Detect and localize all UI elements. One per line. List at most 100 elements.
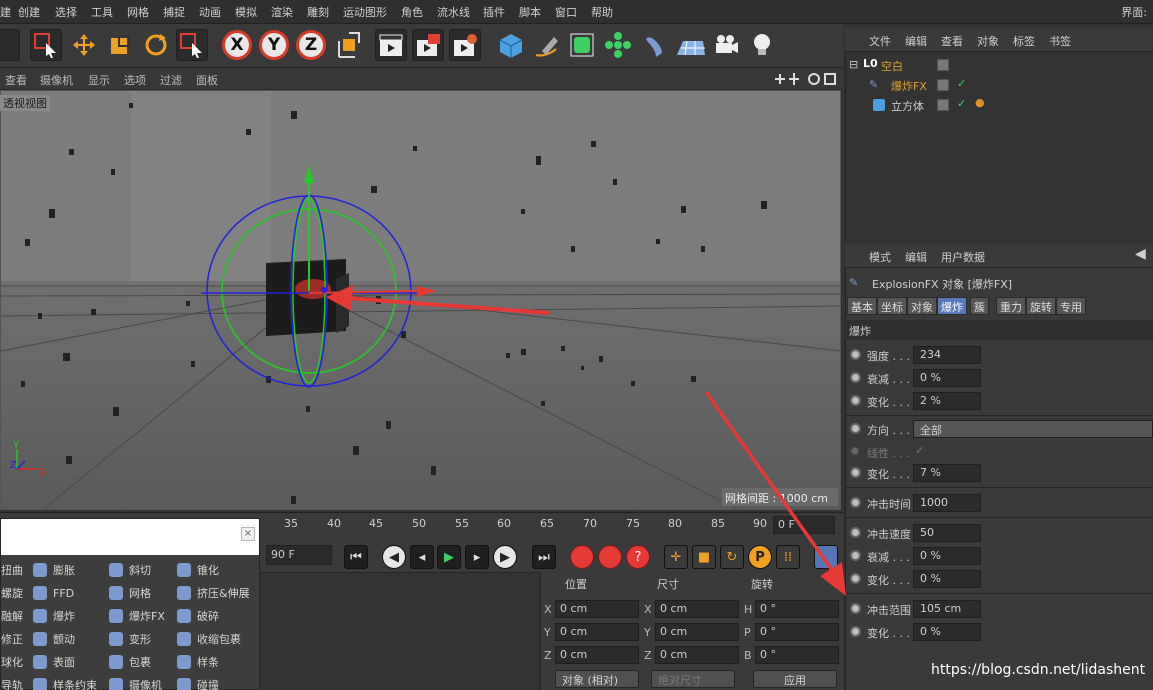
render-picture-viewer-button[interactable] [412, 29, 444, 61]
viewport[interactable]: Y X Z [0, 90, 841, 510]
camera-button[interactable] [710, 29, 742, 61]
animate-dot-icon[interactable] [850, 423, 861, 434]
close-icon[interactable]: × [241, 527, 255, 541]
strength-field[interactable]: 234 [913, 346, 981, 364]
object-name[interactable]: 立方体 [891, 98, 924, 114]
om-menu-edit[interactable]: 编辑 [905, 33, 927, 49]
viewport-nav-icons[interactable] [772, 71, 840, 87]
blast-speed-field[interactable]: 50 [913, 524, 981, 542]
deformer-squash-stretch[interactable]: 挤压&伸展 [177, 582, 259, 604]
object-row-null[interactable]: ⊟ L0 空白 [845, 55, 1153, 75]
linear-checkbox[interactable]: ✓ [915, 444, 924, 457]
position-z-field[interactable]: 0 cm [555, 646, 639, 664]
deformer-surface[interactable]: 表面 [33, 651, 103, 673]
previous-key-icon[interactable]: ◀ [382, 545, 406, 569]
deformer-spline[interactable]: 样条 [177, 651, 259, 673]
recent-tool-button[interactable] [176, 29, 208, 61]
autokey-icon[interactable] [598, 545, 622, 569]
variation-field[interactable]: 0 % [913, 570, 981, 588]
tab-object[interactable]: 对象 [907, 297, 937, 315]
viewport-menu-filter[interactable]: 过滤 [160, 72, 182, 88]
coordinate-system-button[interactable] [333, 29, 365, 61]
direction-dropdown[interactable]: 全部 [913, 420, 1153, 438]
coordinate-mode-dropdown[interactable]: 对象 (相对) [555, 670, 639, 688]
tab-gravity[interactable]: 重力 [996, 297, 1026, 315]
menu-character[interactable]: 角色 [401, 4, 423, 20]
x-axis-lock-button[interactable]: X [222, 30, 252, 60]
undo-button[interactable] [0, 29, 20, 61]
object-row-cube[interactable]: 立方体 ✓ ● [845, 95, 1153, 115]
decay-field[interactable]: 0 % [913, 369, 981, 387]
deformer-jiggle[interactable]: 颤动 [33, 628, 103, 650]
keyframe-selection-icon[interactable]: ? [626, 545, 650, 569]
tab-basic[interactable]: 基本 [847, 297, 877, 315]
om-menu-tags[interactable]: 标签 [1013, 33, 1035, 49]
blast-range-field[interactable]: 105 cm [913, 600, 981, 618]
apply-button[interactable]: 应用 [753, 670, 837, 688]
animate-dot-icon[interactable] [850, 573, 861, 584]
key-param-icon[interactable]: P [748, 545, 772, 569]
deformer-shear[interactable]: 斜切 [109, 559, 179, 581]
menu-pipeline[interactable]: 流水线 [437, 4, 470, 20]
menu-animate[interactable]: 动画 [199, 4, 221, 20]
deformer-morph[interactable]: 变形 [109, 628, 179, 650]
visibility-toggle[interactable] [937, 99, 949, 111]
menu-create[interactable]: 创建 [18, 4, 40, 20]
go-to-end-icon[interactable]: ⏭ [532, 545, 556, 569]
viewport-menu-cameras[interactable]: 摄像机 [40, 72, 73, 88]
menu-help[interactable]: 帮助 [591, 4, 613, 20]
rotate-button[interactable] [140, 29, 172, 61]
rotation-b-field[interactable]: 0 ° [755, 646, 839, 664]
visibility-toggle[interactable] [937, 59, 949, 71]
floor-button[interactable] [674, 29, 706, 61]
menu-snap[interactable]: 捕捉 [163, 4, 185, 20]
key-pla-icon[interactable]: ⁞⁞ [776, 545, 800, 569]
deformer-explosionfx[interactable]: 爆炸FX [109, 605, 179, 627]
variation-field[interactable]: 0 % [913, 623, 981, 641]
z-axis-lock-button[interactable]: Z [296, 30, 326, 60]
cloner-button[interactable] [602, 29, 634, 61]
object-row-explosionfx[interactable]: ✎ 爆炸FX ✓ [845, 75, 1153, 95]
visibility-toggle[interactable] [937, 79, 949, 91]
animate-dot-icon[interactable] [850, 527, 861, 538]
cube-button[interactable] [495, 29, 527, 61]
tab-rotation[interactable]: 旋转 [1026, 297, 1056, 315]
size-mode-dropdown[interactable]: 绝对尺寸 [651, 670, 735, 688]
menu-mesh[interactable]: 网格 [127, 4, 149, 20]
go-to-start-icon[interactable]: ⏮ [344, 545, 368, 569]
max-frame-field[interactable]: 90 F [266, 545, 332, 565]
y-axis-lock-button[interactable]: Y [259, 30, 289, 60]
decay-field[interactable]: 0 % [913, 547, 981, 565]
render-view-button[interactable] [375, 29, 407, 61]
rotation-p-field[interactable]: 0 ° [755, 623, 839, 641]
menu-tools[interactable]: 工具 [91, 4, 113, 20]
animate-dot-icon[interactable] [850, 395, 861, 406]
variation-field[interactable]: 7 % [913, 464, 981, 482]
deformer-bulge[interactable]: 膨胀 [33, 559, 103, 581]
record-keys-icon[interactable] [570, 545, 594, 569]
live-select-button[interactable] [30, 29, 62, 61]
object-name[interactable]: 空白 [881, 58, 903, 74]
attr-menu-mode[interactable]: 模式 [869, 249, 891, 265]
animate-dot-icon[interactable] [850, 467, 861, 478]
enabled-check-icon[interactable]: ✓ [957, 77, 966, 90]
viewport-menu-options[interactable]: 选项 [124, 72, 146, 88]
menu-render[interactable]: 渲染 [271, 4, 293, 20]
key-scale-icon[interactable]: ■ [692, 545, 716, 569]
viewport-menu-display[interactable]: 显示 [88, 72, 110, 88]
deformer-camera[interactable]: 摄像机 [109, 674, 179, 690]
layout-label[interactable]: 界面: [1121, 4, 1147, 20]
deformer-explosion[interactable]: 爆炸 [33, 605, 103, 627]
deformer-mesh[interactable]: 网格 [109, 582, 179, 604]
subdivision-button[interactable] [566, 29, 598, 61]
tab-coord[interactable]: 坐标 [877, 297, 907, 315]
animate-dot-icon[interactable] [851, 447, 859, 455]
menu-window[interactable]: 窗口 [555, 4, 577, 20]
menu-simulate[interactable]: 模拟 [235, 4, 257, 20]
next-key-icon[interactable]: ▶ [493, 545, 517, 569]
om-menu-view[interactable]: 查看 [941, 33, 963, 49]
enabled-check-icon[interactable]: ✓ [957, 97, 966, 110]
om-menu-file[interactable]: 文件 [869, 33, 891, 49]
tab-cluster[interactable]: 簇 [970, 297, 989, 315]
viewport-menu-panel[interactable]: 面板 [196, 72, 218, 88]
